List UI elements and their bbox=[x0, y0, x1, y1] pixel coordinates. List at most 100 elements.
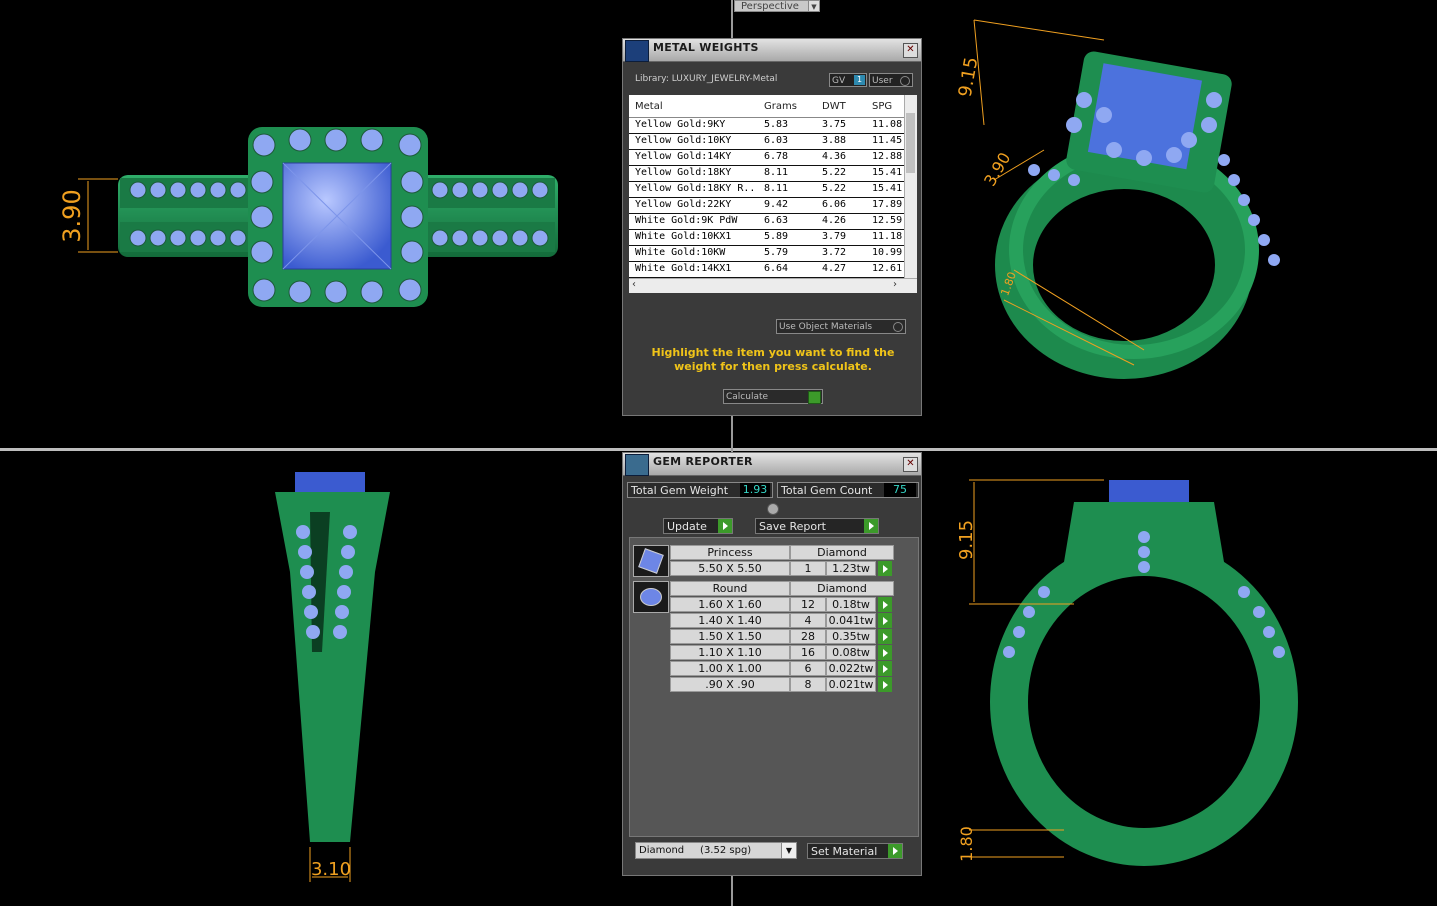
gem-size[interactable]: 1.50 X 1.50 bbox=[670, 629, 790, 644]
gem-weight[interactable]: 0.021tw bbox=[826, 677, 876, 692]
splitter-handle[interactable] bbox=[767, 503, 779, 515]
scroll-thumb[interactable] bbox=[906, 113, 915, 173]
gem-weight[interactable]: 0.041tw bbox=[826, 613, 876, 628]
gem-size[interactable]: 1.60 X 1.60 bbox=[670, 597, 790, 612]
save-report-label: Save Report bbox=[759, 520, 826, 533]
user-toggle[interactable]: User bbox=[869, 73, 913, 87]
viewport-divider-horizontal[interactable] bbox=[0, 448, 1437, 451]
gem-qty[interactable]: 12 bbox=[790, 597, 826, 612]
gem-reporter-titlebar[interactable]: GEM REPORTER ✕ bbox=[623, 453, 921, 476]
column-header[interactable]: SPG bbox=[872, 101, 892, 112]
play-icon[interactable] bbox=[878, 645, 892, 660]
gem-qty[interactable]: 16 bbox=[790, 645, 826, 660]
metal-table-cell: 4.27 bbox=[822, 263, 847, 274]
set-material-button[interactable]: Set Material bbox=[807, 843, 903, 859]
radio-icon bbox=[893, 322, 903, 332]
play-icon[interactable] bbox=[878, 677, 892, 692]
chevron-left-icon[interactable]: ‹ bbox=[632, 279, 636, 290]
metal-table-cell: 11.45 bbox=[872, 135, 903, 146]
vertical-scrollbar[interactable] bbox=[904, 95, 917, 293]
material-select-value: Diamond (3.52 spg) bbox=[639, 845, 752, 856]
metal-table-cell: 5.83 bbox=[764, 119, 789, 130]
play-icon[interactable] bbox=[878, 613, 892, 628]
gv-toggle[interactable]: GV 1 bbox=[829, 73, 867, 87]
metal-table-cell: Yellow Gold:18KY bbox=[635, 167, 732, 178]
metal-table-cell: 6.64 bbox=[764, 263, 789, 274]
chevron-down-icon[interactable]: ▼ bbox=[781, 843, 796, 858]
gem-weight[interactable]: 1.23tw bbox=[826, 561, 876, 576]
gem-weight[interactable]: 0.35tw bbox=[826, 629, 876, 644]
viewport-mode-label: Perspective bbox=[741, 1, 799, 12]
metal-table-cell: 11.08 bbox=[872, 119, 903, 130]
gem-size[interactable]: 1.00 X 1.00 bbox=[670, 661, 790, 676]
column-header[interactable]: DWT bbox=[822, 101, 846, 112]
metal-table-row[interactable]: Yellow Gold:22KY 9.42 6.06 17.89 bbox=[629, 198, 905, 214]
side-view-viewport[interactable]: 3.10 bbox=[0, 452, 620, 906]
play-icon[interactable] bbox=[878, 597, 892, 612]
metal-table-cell: Yellow Gold:9KY bbox=[635, 119, 726, 130]
metal-table[interactable]: Metal Grams DWT SPG Yellow Gold:9KY 5.83 3… bbox=[629, 95, 917, 293]
material-select[interactable]: Diamond (3.52 spg) ▼ bbox=[635, 842, 797, 859]
metal-table-row[interactable]: White Gold:10KX1 5.89 3.79 11.18 bbox=[629, 230, 905, 246]
horizontal-scrollbar[interactable]: ‹ › bbox=[629, 278, 917, 293]
metal-table-row[interactable]: Yellow Gold:14KY 6.78 4.36 12.88 bbox=[629, 150, 905, 166]
metal-table-cell: Yellow Gold:22KY bbox=[635, 199, 732, 210]
gem-weight[interactable]: 0.022tw bbox=[826, 661, 876, 676]
close-icon[interactable]: ✕ bbox=[903, 457, 918, 472]
total-gem-count-value: 75 bbox=[884, 483, 916, 497]
metal-table-cell: 10.99 bbox=[872, 247, 903, 258]
gem-qty[interactable]: 8 bbox=[790, 677, 826, 692]
use-object-materials-toggle[interactable]: Use Object Materials bbox=[776, 319, 906, 334]
play-icon[interactable] bbox=[878, 561, 892, 576]
chevron-right-icon[interactable]: › bbox=[893, 279, 897, 290]
dimension-label: 3.90 bbox=[980, 149, 1014, 189]
total-gem-count-field: Total Gem Count 75 bbox=[777, 482, 919, 498]
metal-table-cell: 6.78 bbox=[764, 151, 789, 162]
metal-table-header: Metal Grams DWT SPG bbox=[629, 95, 905, 118]
column-header[interactable]: Grams bbox=[764, 101, 797, 112]
gem-qty[interactable]: 1 bbox=[790, 561, 826, 576]
metal-table-cell: 6.03 bbox=[764, 135, 789, 146]
perspective-viewport[interactable]: 9.15 3.90 1.80 bbox=[924, 0, 1437, 446]
ring-perspective-render bbox=[995, 51, 1280, 379]
dimension-label: 3.10 bbox=[311, 859, 351, 880]
metal-table-row[interactable]: Yellow Gold:18KY 8.11 5.22 15.41 bbox=[629, 166, 905, 182]
metal-table-row[interactable]: White Gold:10KW 5.79 3.72 10.99 bbox=[629, 246, 905, 262]
gem-qty[interactable]: 28 bbox=[790, 629, 826, 644]
front-view-viewport[interactable]: 9.15 1.80 bbox=[924, 452, 1437, 906]
play-icon[interactable] bbox=[878, 661, 892, 676]
metal-table-row[interactable]: Yellow Gold:9KY 5.83 3.75 11.08 bbox=[629, 118, 905, 134]
gem-size[interactable]: 1.10 X 1.10 bbox=[670, 645, 790, 660]
metal-weights-titlebar[interactable]: METAL WEIGHTS ✕ bbox=[623, 39, 921, 62]
metal-table-cell: 12.61 bbox=[872, 263, 903, 274]
viewport-mode-dropdown[interactable]: Perspective ▼ bbox=[734, 0, 820, 12]
gem-weight[interactable]: 0.18tw bbox=[826, 597, 876, 612]
save-report-button[interactable]: Save Report bbox=[755, 518, 879, 534]
top-view-viewport[interactable]: 3.90 bbox=[0, 0, 620, 446]
gem-qty[interactable]: 6 bbox=[790, 661, 826, 676]
ring-front-render bbox=[990, 480, 1298, 866]
close-icon[interactable]: ✕ bbox=[903, 43, 918, 58]
gem-size[interactable]: 5.50 X 5.50 bbox=[670, 561, 790, 576]
total-gem-weight-label: Total Gem Weight bbox=[631, 484, 729, 497]
metal-table-row[interactable]: White Gold:14KX1 6.64 4.27 12.61 bbox=[629, 262, 905, 278]
column-header[interactable]: Metal bbox=[635, 101, 663, 112]
update-button[interactable]: Update bbox=[663, 518, 733, 534]
metal-table-cell: White Gold:14KX1 bbox=[635, 263, 732, 274]
gem-qty[interactable]: 4 bbox=[790, 613, 826, 628]
gem-weight[interactable]: 0.08tw bbox=[826, 645, 876, 660]
metal-table-cell: 12.59 bbox=[872, 215, 903, 226]
metal-table-row[interactable]: White Gold:9K PdW 6.63 4.26 12.59 bbox=[629, 214, 905, 230]
gem-size[interactable]: 1.40 X 1.40 bbox=[670, 613, 790, 628]
metal-table-cell: 6.63 bbox=[764, 215, 789, 226]
chevron-down-icon[interactable]: ▼ bbox=[808, 1, 819, 11]
metal-table-row[interactable]: Yellow Gold:18KY R... 8.11 5.22 15.41 bbox=[629, 182, 905, 198]
calculate-button[interactable]: Calculate bbox=[723, 389, 823, 404]
gem-size[interactable]: .90 X .90 bbox=[670, 677, 790, 692]
metal-table-cell: 3.88 bbox=[822, 135, 847, 146]
metal-table-cell: 6.06 bbox=[822, 199, 847, 210]
play-icon[interactable] bbox=[878, 629, 892, 644]
gem-list[interactable]: Princess Diamond 5.50 X 5.50 1 1.23tw Ro… bbox=[629, 537, 919, 837]
princess-gem-icon bbox=[633, 545, 669, 577]
metal-table-row[interactable]: Yellow Gold:10KY 6.03 3.88 11.45 bbox=[629, 134, 905, 150]
